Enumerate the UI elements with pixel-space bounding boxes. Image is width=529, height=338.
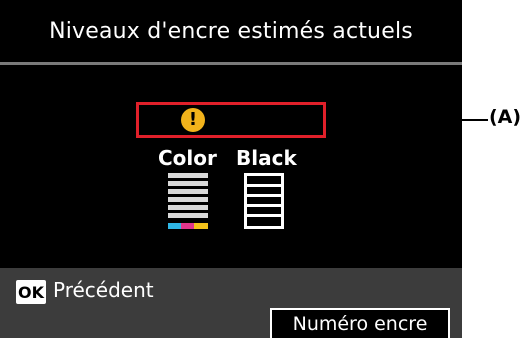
- ink-black-label: Black: [236, 146, 297, 170]
- color-ink-level-bar: [168, 213, 208, 218]
- color-ink-level-bar: [168, 181, 208, 186]
- black-ink-level-bar: [247, 184, 281, 187]
- title-divider: [0, 62, 462, 65]
- callout-leader-line: [329, 119, 462, 121]
- back-label: Précédent: [53, 278, 154, 302]
- ink-color-label: Color: [158, 146, 217, 170]
- black-ink-tank-icon: [244, 173, 284, 229]
- magenta-ink-segment: [181, 223, 194, 229]
- warning-icon: !: [181, 108, 205, 132]
- ok-button-icon[interactable]: OK: [16, 280, 46, 304]
- yellow-ink-segment: [194, 223, 208, 229]
- color-ink-level-bar: [168, 197, 208, 202]
- warning-highlight-box: !: [136, 102, 326, 138]
- color-ink-level-bar: [168, 173, 208, 178]
- cyan-ink-segment: [168, 223, 181, 229]
- callout-leader-line-ext: [462, 119, 488, 121]
- black-ink-level-bar: [247, 204, 281, 207]
- color-ink-level-bar: [168, 205, 208, 210]
- color-ink-tank-icon: [168, 173, 208, 229]
- color-ink-level-bar: [168, 189, 208, 194]
- callout-label-a: (A): [489, 106, 522, 128]
- ink-model-number-button[interactable]: Numéro encre: [270, 308, 450, 338]
- printer-lcd-screen: Niveaux d'encre estimés actuels ! Color …: [0, 0, 462, 338]
- screen-title: Niveaux d'encre estimés actuels: [0, 0, 462, 62]
- black-ink-level-bar: [247, 214, 281, 217]
- black-ink-level-bar: [247, 194, 281, 197]
